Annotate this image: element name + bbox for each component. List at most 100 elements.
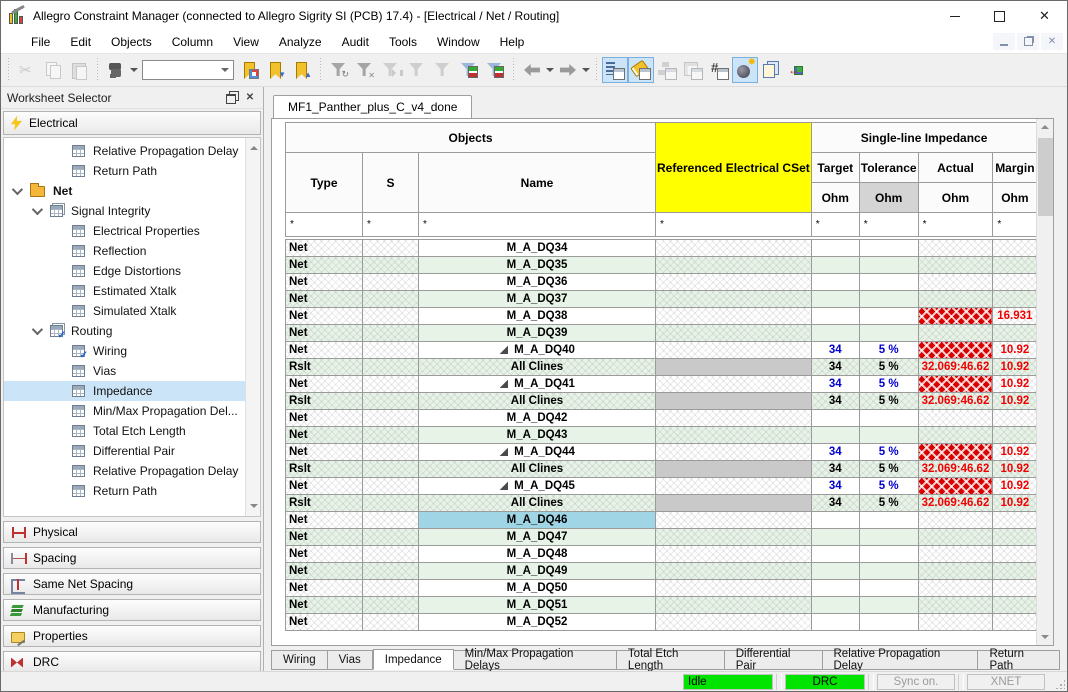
cell-referenced-cset[interactable] xyxy=(656,376,812,393)
menu-analyze[interactable]: Analyze xyxy=(269,33,332,51)
cell-tolerance[interactable] xyxy=(859,427,918,444)
cell-referenced-cset[interactable] xyxy=(656,512,812,529)
cell-target[interactable]: 34 xyxy=(811,359,859,376)
cell-tolerance[interactable] xyxy=(859,563,918,580)
cell-type[interactable]: Net xyxy=(286,529,363,546)
cell-target[interactable] xyxy=(811,614,859,631)
cell-tolerance[interactable] xyxy=(859,325,918,342)
worksheet-pages-button[interactable] xyxy=(758,57,784,83)
tree-item-total-etch-length[interactable]: Total Etch Length xyxy=(4,421,260,441)
cell-name[interactable]: M_A_DQ40 xyxy=(419,342,656,359)
cell-target[interactable] xyxy=(811,308,859,325)
worksheet-tab-impedance[interactable]: Impedance xyxy=(373,649,454,670)
cell-actual[interactable] xyxy=(918,257,993,274)
mdi-close-button[interactable] xyxy=(1041,33,1063,50)
cell-target[interactable]: 34 xyxy=(811,495,859,512)
cell-s[interactable] xyxy=(363,529,419,546)
show-worksheet-selector-button[interactable] xyxy=(602,57,628,83)
cell-margin[interactable] xyxy=(993,240,1037,257)
cell-target[interactable]: 34 xyxy=(811,342,859,359)
cell-tolerance[interactable] xyxy=(859,308,918,325)
cell-target[interactable] xyxy=(811,512,859,529)
cell-referenced-cset[interactable] xyxy=(656,325,812,342)
cell-margin[interactable]: 10.92 xyxy=(993,359,1037,376)
category-drc[interactable]: DRC xyxy=(3,651,261,673)
cell-tolerance[interactable] xyxy=(859,512,918,529)
expander-icon[interactable] xyxy=(12,184,23,195)
cell-tolerance[interactable]: 5 % xyxy=(859,461,918,478)
cell-margin[interactable] xyxy=(993,614,1037,631)
cell-name[interactable]: M_A_DQ52 xyxy=(419,614,656,631)
cell-tolerance[interactable]: 5 % xyxy=(859,359,918,376)
tree-item-electrical-properties[interactable]: Electrical Properties xyxy=(4,221,260,241)
cell-target[interactable] xyxy=(811,240,859,257)
cell-s[interactable] xyxy=(363,342,419,359)
bookmark-overview-button[interactable] xyxy=(237,57,263,83)
tree-item-relative-propagation-delay[interactable]: Relative Propagation Delay xyxy=(4,141,260,161)
cell-margin[interactable] xyxy=(993,410,1037,427)
cell-name[interactable]: M_A_DQ34 xyxy=(419,240,656,257)
cell-actual[interactable] xyxy=(918,376,993,393)
filter-refresh-button[interactable] xyxy=(326,57,352,83)
cell-margin[interactable] xyxy=(993,563,1037,580)
tree-item-net[interactable]: Net xyxy=(4,181,260,201)
cell-margin[interactable] xyxy=(993,529,1037,546)
cell-s[interactable] xyxy=(363,359,419,376)
cell-actual[interactable] xyxy=(918,325,993,342)
cell-tolerance[interactable] xyxy=(859,410,918,427)
cell-tolerance[interactable]: 5 % xyxy=(859,342,918,359)
cell-margin[interactable]: 10.92 xyxy=(993,495,1037,512)
cell-type[interactable]: Net xyxy=(286,478,363,495)
cell-target[interactable] xyxy=(811,563,859,580)
scroll-down-icon[interactable] xyxy=(1037,628,1054,645)
cell-type[interactable]: Net xyxy=(286,325,363,342)
cell-referenced-cset[interactable] xyxy=(656,563,812,580)
cell-referenced-cset[interactable] xyxy=(656,410,812,427)
cell-type[interactable]: Net xyxy=(286,444,363,461)
filter-cell[interactable]: * xyxy=(859,213,918,237)
cell-actual[interactable]: 32.069:46.62 xyxy=(918,461,993,478)
worksheet-tab-relative-propagation-delay[interactable]: Relative Propagation Delay xyxy=(823,650,979,670)
tree-item-return-path[interactable]: Return Path xyxy=(4,161,260,181)
find-dropdown-caret[interactable] xyxy=(129,57,139,83)
cell-s[interactable] xyxy=(363,274,419,291)
cell-referenced-cset[interactable] xyxy=(656,546,812,563)
cell-name[interactable]: M_A_DQ51 xyxy=(419,597,656,614)
cell-actual[interactable] xyxy=(918,427,993,444)
cell-type[interactable]: Rslt xyxy=(286,495,363,512)
filter-pass-button[interactable] xyxy=(456,57,482,83)
cell-type[interactable]: Net xyxy=(286,512,363,529)
worksheet-tab-min-max-propagation-delays[interactable]: Min/Max Propagation Delays xyxy=(454,650,617,670)
cell-target[interactable]: 34 xyxy=(811,478,859,495)
tree-item-impedance[interactable]: Impedance xyxy=(4,381,260,401)
cell-name[interactable]: M_A_DQ49 xyxy=(419,563,656,580)
cell-actual[interactable] xyxy=(918,274,993,291)
tree-scrollbar[interactable] xyxy=(245,138,260,516)
tree-item-reflection[interactable]: Reflection xyxy=(4,241,260,261)
cell-target[interactable] xyxy=(811,427,859,444)
menu-tools[interactable]: Tools xyxy=(379,33,427,51)
cell-tolerance[interactable]: 5 % xyxy=(859,444,918,461)
cell-name[interactable]: M_A_DQ36 xyxy=(419,274,656,291)
cell-margin[interactable] xyxy=(993,512,1037,529)
cell-margin[interactable]: 10.92 xyxy=(993,444,1037,461)
tree-item-edge-distortions[interactable]: Edge Distortions xyxy=(4,261,260,281)
menu-edit[interactable]: Edit xyxy=(60,33,101,51)
cell-s[interactable] xyxy=(363,495,419,512)
mdi-restore-button[interactable] xyxy=(1017,33,1039,50)
menu-objects[interactable]: Objects xyxy=(101,33,162,51)
cell-tolerance[interactable]: 5 % xyxy=(859,393,918,410)
cell-s[interactable] xyxy=(363,291,419,308)
cell-actual[interactable]: 32.069:46.62 xyxy=(918,393,993,410)
cell-target[interactable] xyxy=(811,529,859,546)
filter-cell[interactable]: * xyxy=(286,213,363,237)
close-button[interactable] xyxy=(1022,1,1067,31)
cell-actual[interactable] xyxy=(918,563,993,580)
panel-close-icon[interactable] xyxy=(241,90,259,106)
cell-referenced-cset[interactable] xyxy=(656,291,812,308)
cell-referenced-cset[interactable] xyxy=(656,342,812,359)
tree-item-routing[interactable]: Routing xyxy=(4,321,260,341)
cell-type[interactable]: Rslt xyxy=(286,359,363,376)
cell-type[interactable]: Net xyxy=(286,546,363,563)
tree-item-relative-propagation-delay[interactable]: Relative Propagation Delay xyxy=(4,461,260,481)
